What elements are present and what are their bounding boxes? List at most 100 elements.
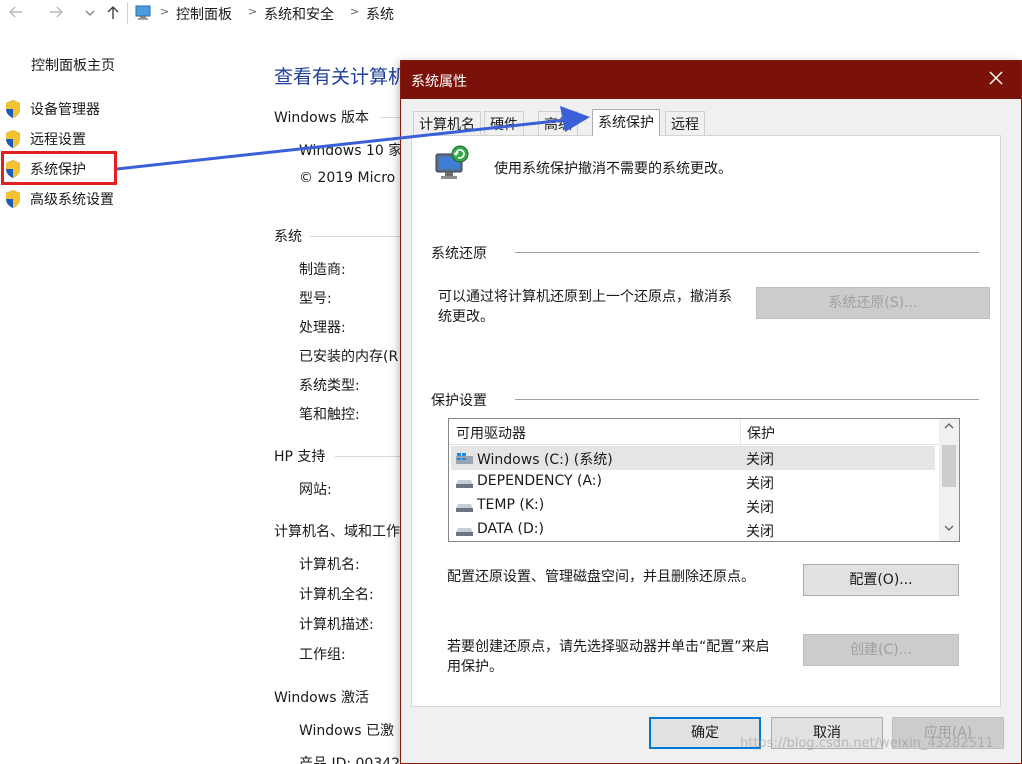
table-row[interactable]: TEMP (K:) 关闭 — [451, 494, 935, 518]
workgroup-label: 工作组: — [299, 647, 346, 663]
forward-button[interactable] — [46, 4, 66, 24]
section-computer-name: 计算机名、域和工作 — [274, 524, 400, 540]
annotation-highlight-box — [1, 151, 117, 185]
table-row[interactable]: DATA (D:) 关闭 — [451, 518, 935, 541]
section-divider — [310, 236, 400, 237]
drive-list[interactable]: 可用驱动器 保护 Windows (C:) (系统) 关闭 DEPENDENCY… — [448, 418, 960, 542]
model-label: 型号: — [299, 291, 332, 307]
back-button[interactable] — [6, 4, 26, 24]
system-protection-panel: 使用系统保护撤消不需要的系统更改。 系统还原 可以通过将计算机还原到上一个还原点… — [411, 135, 1001, 707]
recent-locations-button[interactable] — [80, 4, 100, 24]
drive-list-header: 可用驱动器 保护 — [449, 419, 939, 445]
drive-name: DATA (D:) — [477, 521, 544, 537]
column-header-drives[interactable]: 可用驱动器 — [456, 423, 526, 443]
control-panel-icon — [134, 4, 154, 22]
configure-button[interactable]: 配置(O)... — [803, 564, 959, 596]
tab-remote[interactable]: 远程 — [665, 111, 705, 135]
configure-description: 配置还原设置、管理磁盘空间，并且删除还原点。 — [447, 569, 755, 585]
full-computer-name-label: 计算机全名: — [299, 587, 374, 603]
system-protection-icon — [432, 144, 472, 184]
table-row[interactable]: Windows (C:) (系统) 关闭 — [451, 446, 935, 470]
windows-drive-icon — [456, 453, 473, 464]
restore-description-line1: 可以通过将计算机还原到上一个还原点，撤消系 — [438, 289, 732, 305]
section-hp-support: HP 支持 — [274, 449, 326, 465]
create-description-line2: 用保护。 — [447, 659, 503, 675]
column-divider — [740, 419, 741, 445]
watermark-text: https://blog.csdn.net/weixin_43282511 — [740, 736, 994, 751]
protection-group-label: 保护设置 — [431, 393, 487, 409]
breadcrumb-system-security[interactable]: 系统和安全 — [264, 4, 334, 24]
drive-icon — [456, 528, 473, 536]
breadcrumb-chevron-icon: > — [350, 5, 360, 18]
system-restore-button[interactable]: 系统还原(S)... — [756, 287, 990, 319]
drive-protection-status: 关闭 — [746, 500, 774, 516]
drive-list-scrollbar[interactable] — [939, 419, 959, 541]
restore-group-label: 系统还原 — [431, 246, 487, 262]
address-separator — [127, 2, 128, 24]
sidebar-item-remote-settings[interactable]: 远程设置 — [4, 127, 86, 151]
table-row[interactable]: DEPENDENCY (A:) 关闭 — [451, 470, 935, 494]
close-button[interactable] — [989, 67, 1003, 91]
activation-status: Windows 已激 — [299, 723, 394, 739]
drive-protection-status: 关闭 — [746, 524, 774, 540]
group-divider — [515, 399, 979, 400]
sidebar-item-advanced-settings[interactable]: 高级系统设置 — [4, 187, 114, 211]
scroll-up-button[interactable] — [939, 419, 959, 437]
sidebar-item-label: 高级系统设置 — [30, 192, 114, 208]
processor-label: 处理器: — [299, 320, 346, 336]
tab-system-protection[interactable]: 系统保护 — [592, 109, 660, 136]
product-id: 产品 ID: 00342 — [299, 756, 401, 764]
restore-description-line2: 统更改。 — [438, 309, 494, 325]
system-properties-dialog: 系统属性 计算机名 硬件 高级 系统保护 远程 使用系统保护撤消不需要的系统更改… — [400, 60, 1022, 764]
sidebar-item-device-manager[interactable]: 设备管理器 — [4, 97, 100, 121]
system-type-label: 系统类型: — [299, 378, 360, 394]
drive-protection-status: 关闭 — [746, 452, 774, 468]
sidebar-item-label: 远程设置 — [30, 132, 86, 148]
section-system: 系统 — [274, 229, 302, 245]
up-button[interactable] — [103, 4, 123, 24]
page-title: 查看有关计算机 — [274, 66, 408, 88]
drive-name: DEPENDENCY (A:) — [477, 473, 602, 489]
manufacturer-label: 制造商: — [299, 262, 346, 278]
drive-protection-status: 关闭 — [746, 476, 774, 492]
scrollbar-thumb[interactable] — [942, 445, 956, 487]
drive-name: Windows (C:) (系统) — [477, 452, 613, 468]
create-description-line1: 若要创建还原点，请先选择驱动器并单击“配置”来启 — [447, 639, 770, 655]
dialog-title: 系统属性 — [411, 74, 467, 90]
drive-icon — [456, 480, 473, 488]
drive-name: TEMP (K:) — [477, 497, 545, 513]
scroll-down-button[interactable] — [939, 521, 959, 539]
breadcrumb-chevron-icon: > — [248, 5, 258, 18]
ram-label: 已安装的内存(R — [299, 349, 399, 365]
tab-advanced[interactable]: 高级 — [538, 111, 578, 135]
breadcrumb-chevron-icon: > — [160, 5, 170, 18]
section-windows-edition: Windows 版本 — [274, 110, 369, 126]
control-panel-home-link[interactable]: 控制面板主页 — [31, 55, 115, 75]
group-divider — [515, 252, 979, 253]
chevron-down-icon — [85, 10, 95, 16]
shield-icon — [6, 130, 20, 148]
shield-icon — [6, 190, 20, 208]
breadcrumb-control-panel[interactable]: 控制面板 — [176, 4, 232, 24]
dialog-titlebar[interactable]: 系统属性 — [401, 61, 1021, 99]
drive-icon — [456, 504, 473, 512]
computer-description-label: 计算机描述: — [299, 617, 374, 633]
section-windows-activation: Windows 激活 — [274, 690, 369, 706]
website-label: 网站: — [299, 482, 332, 498]
column-header-protection[interactable]: 保护 — [747, 423, 775, 443]
sidebar-item-label: 设备管理器 — [30, 102, 100, 118]
create-button[interactable]: 创建(C)... — [803, 634, 959, 666]
copyright-text: © 2019 Micro — [299, 170, 396, 186]
tab-computer-name[interactable]: 计算机名 — [413, 111, 481, 135]
section-divider — [380, 117, 400, 118]
breadcrumb-system[interactable]: 系统 — [366, 4, 394, 24]
arrow-left-icon — [9, 6, 22, 18]
section-divider — [335, 456, 400, 457]
close-icon — [989, 71, 1003, 85]
computer-name-label: 计算机名: — [299, 557, 360, 573]
chevron-up-icon — [944, 423, 954, 429]
intro-text: 使用系统保护撤消不需要的系统更改。 — [494, 161, 732, 177]
arrow-up-icon — [107, 6, 119, 19]
windows-edition-value: Windows 10 家 — [299, 143, 403, 159]
tab-hardware[interactable]: 硬件 — [484, 111, 524, 135]
